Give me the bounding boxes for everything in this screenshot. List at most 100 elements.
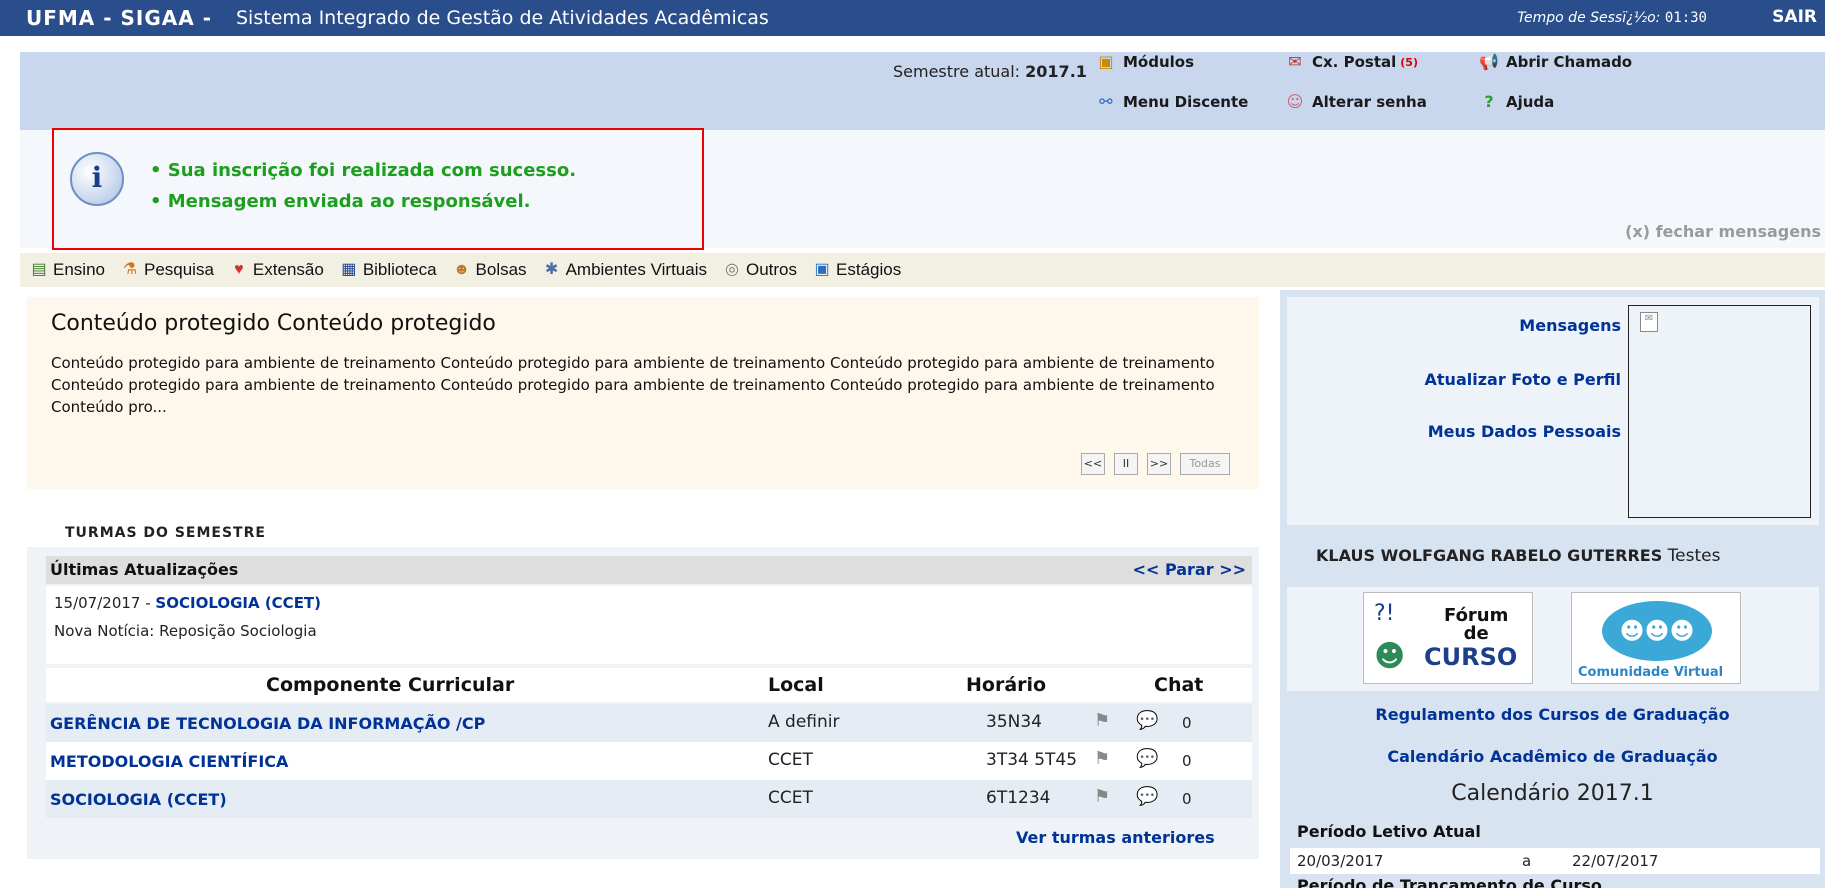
modulos-label: Módulos [1123, 53, 1195, 71]
outros-icon: ◎ [725, 261, 739, 278]
menu-biblioteca-label: Biblioteca [362, 260, 437, 279]
updates-header: Últimas Atualizações << Parar >> [46, 556, 1252, 584]
regulamento-link[interactable]: Regulamento dos Cursos de Graduação [1280, 705, 1825, 724]
class-local: CCET [768, 788, 813, 808]
personal-data-link[interactable]: Meus Dados Pessoais [1428, 422, 1621, 441]
menu-bolsas[interactable]: ☻ Bolsas [451, 259, 527, 281]
menu-estagios[interactable]: ▣ Estágios [811, 259, 901, 281]
calendar-title: Calendário 2017.1 [1451, 781, 1654, 806]
brand: UFMA - SIGAA - [26, 6, 212, 30]
news-panel: Conteúdo protegido Conteúdo protegido Co… [27, 297, 1259, 489]
session-label: Tempo de Sessï¿½o: [1517, 10, 1661, 26]
mensagens-link[interactable]: Mensagens [1519, 316, 1621, 335]
forum-flag-icon[interactable]: ⚑ [1094, 710, 1110, 731]
abrir-chamado-link[interactable]: 📢 Abrir Chamado [1478, 52, 1632, 72]
periodo-sep: a [1522, 852, 1532, 870]
flask-icon: ⚗ [122, 261, 138, 278]
menu-ambientes-label: Ambientes Virtuais [565, 260, 707, 279]
user-key-icon: ☺ [1286, 92, 1304, 111]
menu-biblioteca[interactable]: ▦ Biblioteca [338, 259, 437, 281]
forum-curso-banner[interactable]: ?! ☻ Fórum de CURSO [1363, 592, 1533, 684]
class-horario: 3T34 5T45 [986, 750, 1078, 770]
modulos-link[interactable]: ▣ Módulos [1095, 52, 1194, 72]
people-icon: ☻ [1374, 639, 1406, 674]
table-row: SOCIOLOGIA (CCET) CCET 6T1234 ⚑ 💬 0 [46, 780, 1252, 818]
estagios-icon: ▣ [814, 261, 830, 278]
class-local: CCET [768, 750, 813, 770]
semester-value: 2017.1 [1025, 62, 1087, 81]
menu-ensino[interactable]: ▤ Ensino [28, 259, 105, 281]
logout-button[interactable]: SAIR [1772, 7, 1817, 27]
news-all-button[interactable]: Todas [1180, 453, 1230, 475]
mail-count-badge: (5) [1400, 55, 1418, 69]
menu-discente-link[interactable]: ⚯ Menu Discente [1095, 92, 1248, 112]
class-link[interactable]: SOCIOLOGIA (CCET) [50, 790, 227, 809]
comunidade-label: Comunidade Virtual [1578, 665, 1724, 680]
news-prev-button[interactable]: << [1081, 453, 1105, 475]
news-pause-button[interactable]: II [1114, 453, 1138, 475]
calendario-link[interactable]: Calendário Acadêmico de Graduação [1280, 747, 1825, 766]
forum-flag-icon[interactable]: ⚑ [1094, 786, 1110, 807]
alterar-senha-link[interactable]: ☺ Alterar senha [1284, 92, 1427, 112]
cx-postal-link[interactable]: ✉ Cx. Postal (5) [1284, 52, 1418, 72]
col-local: Local [768, 674, 824, 696]
megaphone-icon: 📢 [1479, 52, 1499, 71]
menu-outros[interactable]: ◎ Outros [721, 259, 797, 281]
menu-extensao[interactable]: ♥ Extensão [228, 259, 324, 281]
person-icon: ☻ [453, 261, 470, 278]
info-icon: i [70, 152, 124, 206]
user-full-name: KLAUS WOLFGANG RABELO GUTERRES [1316, 546, 1663, 565]
ajuda-link[interactable]: ? Ajuda [1478, 92, 1554, 112]
menu-bolsas-label: Bolsas [475, 260, 527, 279]
ajuda-label: Ajuda [1506, 93, 1555, 111]
chat-bubble-icon[interactable]: 💬 [1136, 748, 1158, 769]
chat-count: 0 [1182, 714, 1192, 732]
col-horario: Horário [966, 674, 1047, 696]
turmas-title: Turmas do Semestre [65, 525, 266, 541]
current-semester: Semestre atual: 2017.1 [893, 62, 1087, 81]
class-link[interactable]: METODOLOGIA CIENTÍFICA [50, 752, 288, 771]
previous-classes-link[interactable]: Ver turmas anteriores [1016, 828, 1215, 847]
menu-tree-icon: ⚯ [1099, 92, 1113, 111]
close-messages-link[interactable]: (x) fechar mensagens [1625, 222, 1821, 241]
chat-bubble-icon[interactable]: 💬 [1136, 786, 1158, 807]
news-next-button[interactable]: >> [1147, 453, 1171, 475]
trancamento-label: Período de Trancamento de Curso [1297, 876, 1602, 888]
heart-icon: ♥ [234, 261, 244, 278]
question-icon: ?! [1374, 601, 1395, 626]
forum-flag-icon[interactable]: ⚑ [1094, 748, 1110, 769]
comunidade-virtual-banner[interactable]: ☻☻☻ Comunidade Virtual [1571, 592, 1741, 684]
message-icon: ✉ [1640, 312, 1658, 332]
periodo-end: 22/07/2017 [1572, 852, 1659, 870]
stop-updates-link[interactable]: << Parar >> [1133, 560, 1246, 579]
mailbox-icon: ✉ [1288, 52, 1302, 71]
chat-bubble-icon[interactable]: 💬 [1136, 710, 1158, 731]
class-local: A definir [768, 712, 840, 732]
modules-icon: ▣ [1098, 52, 1114, 71]
update-course-link[interactable]: SOCIOLOGIA (CCET) [155, 594, 321, 612]
forum-top: Fórum de [1444, 607, 1508, 643]
class-horario: 35N34 [986, 712, 1042, 732]
periodo-start: 20/03/2017 [1297, 852, 1384, 870]
menu-ensino-label: Ensino [53, 260, 105, 279]
library-icon: ▦ [341, 261, 357, 278]
semester-label: Semestre atual: [893, 62, 1021, 81]
menu-extensao-label: Extensão [252, 260, 324, 279]
forum-bottom: CURSO [1424, 643, 1518, 671]
update-date: 15/07/2017 - [54, 594, 151, 612]
menu-pesquisa-label: Pesquisa [143, 260, 214, 279]
periodo-label: Período Letivo Atual [1297, 822, 1481, 841]
update-news: Nova Notícia: Reposição Sociologia [54, 622, 317, 640]
class-link[interactable]: GERÊNCIA DE TECNOLOGIA DA INFORMAÇÃO /CP [50, 714, 485, 733]
chat-count: 0 [1182, 752, 1192, 770]
update-item: 15/07/2017 - SOCIOLOGIA (CCET) [54, 594, 321, 612]
user-name: KLAUS WOLFGANG RABELO GUTERRES Testes [1316, 546, 1720, 566]
menu-pesquisa[interactable]: ⚗ Pesquisa [119, 259, 214, 281]
message-sent: • Mensagem enviada ao responsável. [150, 191, 531, 212]
menu-estagios-label: Estágios [836, 260, 902, 279]
updates-label: Últimas Atualizações [50, 560, 239, 579]
update-photo-link[interactable]: Atualizar Foto e Perfil [1425, 370, 1621, 389]
periodo-row: 20/03/2017 a 22/07/2017 [1290, 848, 1820, 874]
menu-ambientes-virtuais[interactable]: ✱ Ambientes Virtuais [541, 259, 707, 281]
menu-discente-label: Menu Discente [1123, 93, 1249, 111]
